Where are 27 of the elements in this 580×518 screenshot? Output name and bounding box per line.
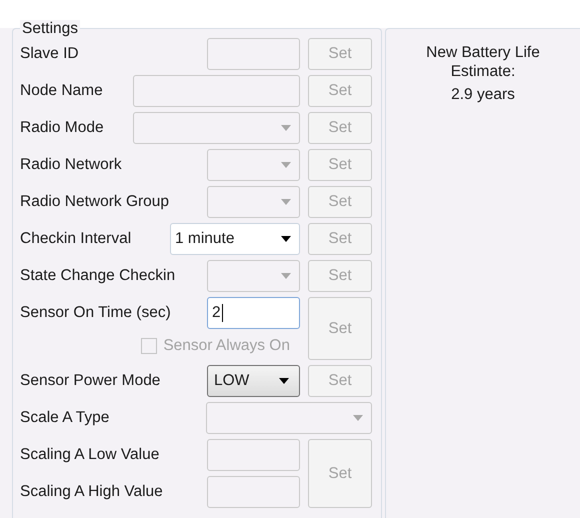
dropdown-arrow-icon (279, 378, 289, 384)
field-label: Scale A Type (20, 409, 110, 427)
dropdown-arrow-icon (281, 199, 291, 205)
dropdown-arrow-icon (281, 162, 291, 168)
field-label: Scaling A Low Value (20, 446, 160, 464)
field-label: Node Name (20, 82, 104, 100)
field-label: Radio Mode (20, 119, 105, 137)
field-label: Scaling A High Value (20, 483, 164, 501)
text-cursor (222, 304, 223, 322)
field-label: Checkin Interval (20, 230, 132, 248)
group-title: Settings (20, 20, 80, 37)
dropdown-arrow-icon (281, 236, 291, 242)
dropdown[interactable]: LOW (207, 365, 300, 397)
dropdown[interactable]: 1 minute (170, 223, 300, 255)
text-field[interactable]: 2 (207, 297, 300, 329)
field-label: Radio Network Group (20, 193, 170, 211)
field-label: Slave ID (20, 45, 80, 63)
checkbox-label: Sensor Always On (163, 337, 290, 355)
field-label: State Change Checkin (20, 267, 176, 285)
battery-estimate-value: 2.9 years (451, 86, 515, 104)
dropdown-arrow-icon (281, 273, 291, 279)
dropdown-arrow-icon (353, 415, 363, 421)
field-label: Sensor Power Mode (20, 372, 162, 390)
field-label: Sensor On Time (sec) (20, 304, 172, 322)
field-label: Radio Network (20, 156, 123, 174)
battery-estimate-title: New Battery Life Estimate: (425, 43, 541, 81)
dropdown-arrow-icon (281, 125, 291, 131)
